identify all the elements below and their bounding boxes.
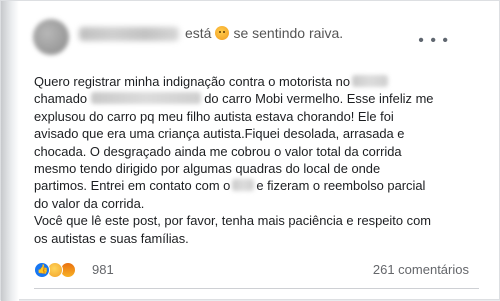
redacted-text: [351, 75, 388, 87]
post-line: chamado do carro Mobi vermelho. Esse inf…: [34, 91, 434, 107]
post-line: chocada. O desgraçado ainda me cobrou o …: [34, 143, 402, 159]
like-reaction-icon: [34, 262, 50, 278]
post-line: mesmo tendo dirigido por algumas quadras…: [34, 161, 381, 177]
author-name-blurred[interactable]: [79, 27, 179, 41]
feeling-text: se sentindo raiva.: [233, 25, 344, 41]
left-edge-shadow: [1, 1, 19, 301]
post-line: explusou do carro pq meu filho autista e…: [34, 108, 394, 124]
post-line: os autistas e suas famílias.: [34, 230, 189, 246]
author-avatar[interactable]: [33, 19, 69, 55]
reactions-count: 981: [92, 262, 114, 277]
more-options-icon[interactable]: • • •: [418, 33, 449, 49]
divider: [34, 288, 479, 289]
redacted-text: [232, 179, 255, 192]
feeling-prefix: está: [185, 25, 212, 41]
post-line: Quero registrar minha indignação contra …: [34, 73, 484, 90]
post-line: partimos. Entrei em contato com oe fizer…: [34, 178, 426, 194]
sad-face-icon: [215, 26, 230, 40]
redacted-text: [90, 92, 201, 105]
post-line: avisado que era uma criança autista.Fiqu…: [34, 126, 405, 142]
post-line: do valor da corrida.: [34, 195, 145, 211]
post-header: está se sentindo raiva. • • •: [23, 15, 479, 63]
comments-count-link[interactable]: 261 comentários: [373, 262, 469, 277]
facebook-post-card: está se sentindo raiva. • • • Quero regis…: [0, 0, 500, 301]
post-line: Você que lê este post, por favor, tenha …: [34, 213, 431, 229]
feeling-status: está se sentindo raiva.: [185, 25, 343, 41]
post-body: Quero registrar minha indignação contra …: [34, 73, 484, 247]
